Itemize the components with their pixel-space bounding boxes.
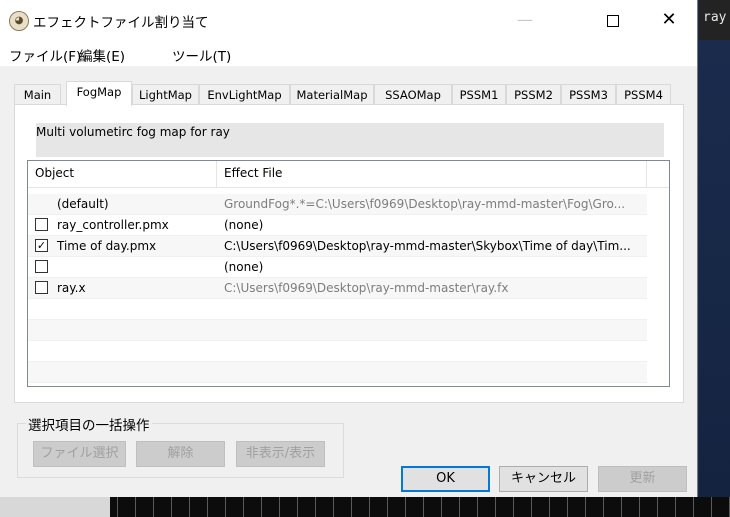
list-row[interactable]: ✓ Time of day.pmx C:\Users\f0969\Desktop…: [28, 236, 647, 257]
effect-assign-dialog: ◕ エフェクトファイル割り当て — ✕ ファイル(F) 編集(E) ツール(T)…: [0, 0, 698, 497]
tab-pssm1[interactable]: PSSM1: [452, 84, 506, 104]
row-effect-file: C:\Users\f0969\Desktop\ray-mmd-master\ra…: [224, 281, 509, 295]
menu-file[interactable]: ファイル(F): [9, 45, 81, 65]
list-header: Object Effect File: [28, 161, 669, 188]
column-header-effect-file[interactable]: Effect File: [217, 161, 647, 187]
list-row[interactable]: ray.x C:\Users\f0969\Desktop\ray-mmd-mas…: [28, 278, 647, 299]
background-app: [699, 0, 730, 517]
release-button[interactable]: 解除: [136, 441, 225, 467]
menu-bar: ファイル(F) 編集(E) ツール(T): [0, 40, 697, 66]
list-row[interactable]: (none): [28, 257, 647, 278]
tab-pssm4[interactable]: PSSM4: [616, 84, 671, 104]
list-row-empty: [28, 299, 647, 320]
tab-fogmap[interactable]: FogMap: [66, 81, 132, 106]
tab-pssm2[interactable]: PSSM2: [506, 84, 561, 104]
column-header-object[interactable]: Object: [28, 161, 217, 187]
menu-tools[interactable]: ツール(T): [172, 45, 231, 65]
tab-pssm3[interactable]: PSSM3: [561, 84, 616, 104]
window-title: エフェクトファイル割り当て: [33, 15, 209, 31]
row-checkbox[interactable]: [35, 281, 48, 294]
tab-envlightmap[interactable]: EnvLightMap: [199, 84, 290, 104]
title-bar[interactable]: ◕ エフェクトファイル割り当て — ✕: [0, 0, 697, 40]
select-file-button[interactable]: ファイル選択: [33, 441, 126, 467]
tab-materialmap[interactable]: MaterialMap: [290, 84, 374, 104]
app-icon: ◕: [9, 11, 29, 31]
background-app-label: ray: [703, 10, 727, 25]
row-object: Time of day.pmx: [57, 239, 157, 253]
list-row-empty: [28, 320, 647, 341]
row-effect-file: (none): [224, 260, 264, 274]
list-row-empty: [28, 341, 647, 362]
menu-edit[interactable]: 編集(E): [79, 45, 125, 65]
tab-ssaomap[interactable]: SSAOMap: [374, 84, 452, 104]
row-checkbox[interactable]: [35, 260, 48, 273]
row-checkbox-checked[interactable]: ✓: [35, 239, 48, 252]
object-effect-list[interactable]: Object Effect File (default) GroundFog*.…: [27, 160, 670, 387]
ok-button[interactable]: OK: [401, 466, 490, 492]
row-effect-file: GroundFog*.*=C:\Users\f0969\Desktop\ray-…: [224, 197, 626, 211]
row-object: (default): [57, 197, 109, 211]
row-object: ray_controller.pmx: [57, 218, 169, 232]
row-effect-file: (none): [224, 218, 264, 232]
background-strip: [0, 497, 110, 517]
row-effect-file: C:\Users\f0969\Desktop\ray-mmd-master\Sk…: [224, 239, 631, 253]
description-text: Multi volumetirc fog map for ray: [36, 125, 230, 139]
maximize-icon: [607, 14, 619, 27]
maximize-button[interactable]: [590, 0, 636, 40]
close-button[interactable]: ✕: [646, 0, 692, 40]
minimize-button[interactable]: —: [502, 0, 548, 40]
toggle-visibility-button[interactable]: 非表示/表示: [236, 441, 325, 467]
tab-lightmap[interactable]: LightMap: [132, 84, 199, 104]
list-row[interactable]: ray_controller.pmx (none): [28, 215, 647, 236]
row-object: ray.x: [57, 281, 86, 295]
cancel-button[interactable]: キャンセル: [499, 466, 588, 492]
list-row-empty: [28, 362, 647, 383]
description-box: Multi volumetirc fog map for ray: [36, 123, 664, 157]
row-checkbox[interactable]: [35, 218, 48, 231]
list-row-default[interactable]: (default) GroundFog*.*=C:\Users\f0969\De…: [28, 194, 647, 215]
bulk-operation-title: 選択項目の一括操作: [26, 414, 152, 434]
update-button[interactable]: 更新: [598, 466, 687, 492]
tab-main[interactable]: Main: [14, 84, 61, 104]
